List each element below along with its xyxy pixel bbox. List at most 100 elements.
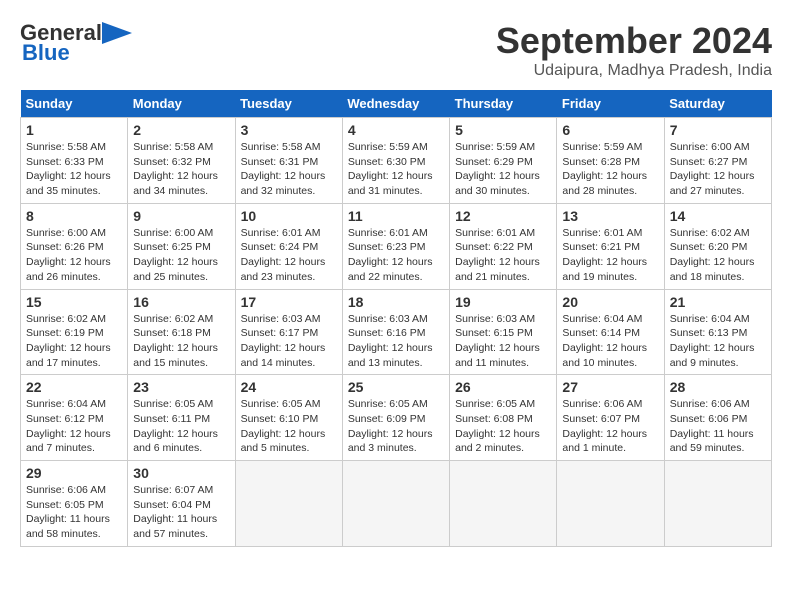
table-row: 26 Sunrise: 6:05 AMSunset: 6:08 PMDaylig… bbox=[450, 375, 557, 461]
table-row: 9 Sunrise: 6:00 AMSunset: 6:25 PMDayligh… bbox=[128, 203, 235, 289]
table-row: 15 Sunrise: 6:02 AMSunset: 6:19 PMDaylig… bbox=[21, 289, 128, 375]
col-monday: Monday bbox=[128, 90, 235, 118]
day-number: 8 bbox=[26, 208, 122, 224]
day-info: Sunrise: 6:02 AMSunset: 6:19 PMDaylight:… bbox=[26, 312, 122, 371]
table-row: 27 Sunrise: 6:06 AMSunset: 6:07 PMDaylig… bbox=[557, 375, 664, 461]
day-info: Sunrise: 5:59 AMSunset: 6:28 PMDaylight:… bbox=[562, 140, 658, 199]
day-number: 19 bbox=[455, 294, 551, 310]
table-row: 12 Sunrise: 6:01 AMSunset: 6:22 PMDaylig… bbox=[450, 203, 557, 289]
day-info: Sunrise: 6:01 AMSunset: 6:22 PMDaylight:… bbox=[455, 226, 551, 285]
table-row: 24 Sunrise: 6:05 AMSunset: 6:10 PMDaylig… bbox=[235, 375, 342, 461]
table-row: 7 Sunrise: 6:00 AMSunset: 6:27 PMDayligh… bbox=[664, 118, 771, 204]
day-number: 23 bbox=[133, 379, 229, 395]
day-number: 20 bbox=[562, 294, 658, 310]
day-number: 1 bbox=[26, 122, 122, 138]
day-info: Sunrise: 6:06 AMSunset: 6:06 PMDaylight:… bbox=[670, 397, 766, 456]
col-friday: Friday bbox=[557, 90, 664, 118]
day-number: 5 bbox=[455, 122, 551, 138]
week-row-3: 22 Sunrise: 6:04 AMSunset: 6:12 PMDaylig… bbox=[21, 375, 772, 461]
header-row: Sunday Monday Tuesday Wednesday Thursday… bbox=[21, 90, 772, 118]
page-header: General Blue September 2024 Udaipura, Ma… bbox=[20, 20, 772, 80]
col-wednesday: Wednesday bbox=[342, 90, 449, 118]
table-row bbox=[664, 461, 771, 547]
table-row: 22 Sunrise: 6:04 AMSunset: 6:12 PMDaylig… bbox=[21, 375, 128, 461]
table-row: 21 Sunrise: 6:04 AMSunset: 6:13 PMDaylig… bbox=[664, 289, 771, 375]
day-info: Sunrise: 6:02 AMSunset: 6:18 PMDaylight:… bbox=[133, 312, 229, 371]
day-info: Sunrise: 6:04 AMSunset: 6:12 PMDaylight:… bbox=[26, 397, 122, 456]
table-row: 3 Sunrise: 5:58 AMSunset: 6:31 PMDayligh… bbox=[235, 118, 342, 204]
day-info: Sunrise: 6:00 AMSunset: 6:27 PMDaylight:… bbox=[670, 140, 766, 199]
table-row: 28 Sunrise: 6:06 AMSunset: 6:06 PMDaylig… bbox=[664, 375, 771, 461]
day-number: 4 bbox=[348, 122, 444, 138]
col-sunday: Sunday bbox=[21, 90, 128, 118]
day-number: 21 bbox=[670, 294, 766, 310]
col-tuesday: Tuesday bbox=[235, 90, 342, 118]
table-row: 5 Sunrise: 5:59 AMSunset: 6:29 PMDayligh… bbox=[450, 118, 557, 204]
day-info: Sunrise: 6:03 AMSunset: 6:16 PMDaylight:… bbox=[348, 312, 444, 371]
day-number: 3 bbox=[241, 122, 337, 138]
col-thursday: Thursday bbox=[450, 90, 557, 118]
table-row bbox=[450, 461, 557, 547]
table-row: 11 Sunrise: 6:01 AMSunset: 6:23 PMDaylig… bbox=[342, 203, 449, 289]
table-row: 14 Sunrise: 6:02 AMSunset: 6:20 PMDaylig… bbox=[664, 203, 771, 289]
day-info: Sunrise: 6:07 AMSunset: 6:04 PMDaylight:… bbox=[133, 483, 229, 542]
day-number: 2 bbox=[133, 122, 229, 138]
table-row: 1 Sunrise: 5:58 AMSunset: 6:33 PMDayligh… bbox=[21, 118, 128, 204]
table-row: 17 Sunrise: 6:03 AMSunset: 6:17 PMDaylig… bbox=[235, 289, 342, 375]
main-title: September 2024 bbox=[496, 20, 772, 62]
day-info: Sunrise: 6:05 AMSunset: 6:10 PMDaylight:… bbox=[241, 397, 337, 456]
week-row-1: 8 Sunrise: 6:00 AMSunset: 6:26 PMDayligh… bbox=[21, 203, 772, 289]
day-info: Sunrise: 6:03 AMSunset: 6:15 PMDaylight:… bbox=[455, 312, 551, 371]
day-info: Sunrise: 6:05 AMSunset: 6:08 PMDaylight:… bbox=[455, 397, 551, 456]
day-info: Sunrise: 5:58 AMSunset: 6:31 PMDaylight:… bbox=[241, 140, 337, 199]
table-row: 18 Sunrise: 6:03 AMSunset: 6:16 PMDaylig… bbox=[342, 289, 449, 375]
day-info: Sunrise: 6:02 AMSunset: 6:20 PMDaylight:… bbox=[670, 226, 766, 285]
day-number: 29 bbox=[26, 465, 122, 481]
day-number: 17 bbox=[241, 294, 337, 310]
day-info: Sunrise: 6:06 AMSunset: 6:05 PMDaylight:… bbox=[26, 483, 122, 542]
subtitle: Udaipura, Madhya Pradesh, India bbox=[496, 62, 772, 80]
day-number: 22 bbox=[26, 379, 122, 395]
day-number: 9 bbox=[133, 208, 229, 224]
day-info: Sunrise: 6:00 AMSunset: 6:25 PMDaylight:… bbox=[133, 226, 229, 285]
day-info: Sunrise: 6:05 AMSunset: 6:11 PMDaylight:… bbox=[133, 397, 229, 456]
table-row: 6 Sunrise: 5:59 AMSunset: 6:28 PMDayligh… bbox=[557, 118, 664, 204]
logo-blue: Blue bbox=[22, 40, 70, 66]
logo-arrow-icon bbox=[102, 22, 132, 44]
table-row bbox=[235, 461, 342, 547]
day-info: Sunrise: 5:58 AMSunset: 6:32 PMDaylight:… bbox=[133, 140, 229, 199]
day-number: 10 bbox=[241, 208, 337, 224]
table-row: 2 Sunrise: 5:58 AMSunset: 6:32 PMDayligh… bbox=[128, 118, 235, 204]
day-number: 18 bbox=[348, 294, 444, 310]
day-number: 24 bbox=[241, 379, 337, 395]
day-number: 7 bbox=[670, 122, 766, 138]
day-number: 28 bbox=[670, 379, 766, 395]
day-info: Sunrise: 5:59 AMSunset: 6:29 PMDaylight:… bbox=[455, 140, 551, 199]
day-info: Sunrise: 6:03 AMSunset: 6:17 PMDaylight:… bbox=[241, 312, 337, 371]
day-info: Sunrise: 6:05 AMSunset: 6:09 PMDaylight:… bbox=[348, 397, 444, 456]
week-row-4: 29 Sunrise: 6:06 AMSunset: 6:05 PMDaylig… bbox=[21, 461, 772, 547]
week-row-0: 1 Sunrise: 5:58 AMSunset: 6:33 PMDayligh… bbox=[21, 118, 772, 204]
day-number: 14 bbox=[670, 208, 766, 224]
day-info: Sunrise: 6:01 AMSunset: 6:23 PMDaylight:… bbox=[348, 226, 444, 285]
day-info: Sunrise: 6:04 AMSunset: 6:13 PMDaylight:… bbox=[670, 312, 766, 371]
day-number: 11 bbox=[348, 208, 444, 224]
day-info: Sunrise: 5:58 AMSunset: 6:33 PMDaylight:… bbox=[26, 140, 122, 199]
calendar-table: Sunday Monday Tuesday Wednesday Thursday… bbox=[20, 90, 772, 547]
day-info: Sunrise: 5:59 AMSunset: 6:30 PMDaylight:… bbox=[348, 140, 444, 199]
table-row: 10 Sunrise: 6:01 AMSunset: 6:24 PMDaylig… bbox=[235, 203, 342, 289]
table-row: 29 Sunrise: 6:06 AMSunset: 6:05 PMDaylig… bbox=[21, 461, 128, 547]
table-row: 4 Sunrise: 5:59 AMSunset: 6:30 PMDayligh… bbox=[342, 118, 449, 204]
table-row: 23 Sunrise: 6:05 AMSunset: 6:11 PMDaylig… bbox=[128, 375, 235, 461]
table-row: 30 Sunrise: 6:07 AMSunset: 6:04 PMDaylig… bbox=[128, 461, 235, 547]
day-info: Sunrise: 6:01 AMSunset: 6:24 PMDaylight:… bbox=[241, 226, 337, 285]
table-row: 16 Sunrise: 6:02 AMSunset: 6:18 PMDaylig… bbox=[128, 289, 235, 375]
week-row-2: 15 Sunrise: 6:02 AMSunset: 6:19 PMDaylig… bbox=[21, 289, 772, 375]
col-saturday: Saturday bbox=[664, 90, 771, 118]
day-number: 6 bbox=[562, 122, 658, 138]
day-number: 15 bbox=[26, 294, 122, 310]
table-row: 19 Sunrise: 6:03 AMSunset: 6:15 PMDaylig… bbox=[450, 289, 557, 375]
day-number: 13 bbox=[562, 208, 658, 224]
day-number: 25 bbox=[348, 379, 444, 395]
table-row: 25 Sunrise: 6:05 AMSunset: 6:09 PMDaylig… bbox=[342, 375, 449, 461]
